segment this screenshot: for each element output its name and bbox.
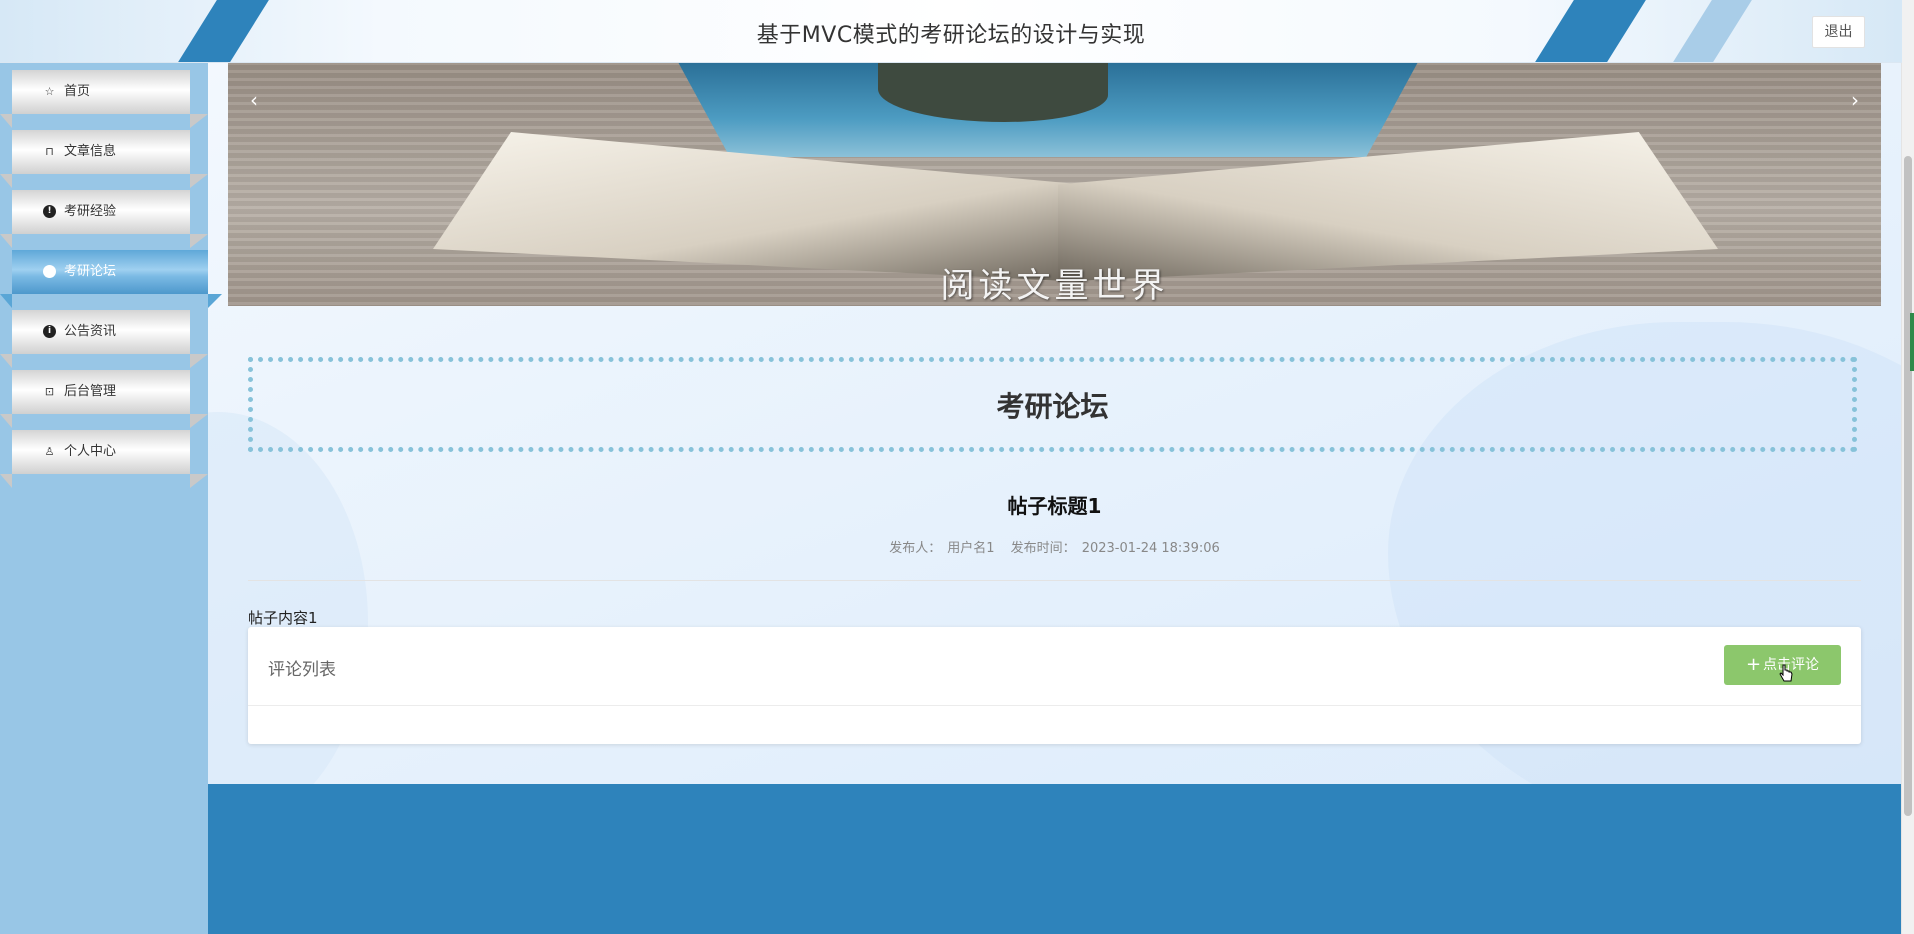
main-content: 阅读文量世界 ‹ › 考研论坛 帖子标题1 发布人： 用户名1 发布时间： 2023… xyxy=(208,62,1902,784)
comment-list-card: 评论列表 + 点击评论 xyxy=(248,627,1861,744)
comment-list-title: 评论列表 xyxy=(268,660,336,680)
sidebar-item-label: 文章信息 xyxy=(64,144,117,159)
sidebar-item-label: 后台管理 xyxy=(64,384,117,399)
sidebar-item-label: 考研论坛 xyxy=(64,264,117,279)
publish-time: 发布时间： 2023-01-24 18:39:06 xyxy=(1008,541,1223,556)
publisher-label: 发布人： 用户名1 xyxy=(886,541,997,556)
circle-icon xyxy=(43,265,56,278)
sidebar-item-label: 考研经验 xyxy=(64,204,117,219)
publish-time-label: 发布时间： xyxy=(1010,541,1076,556)
post-title: 帖子标题1 xyxy=(1007,494,1102,518)
sidebar-item-profile[interactable]: ♙ 个人中心 xyxy=(0,430,208,488)
page-scrollbar[interactable] xyxy=(1901,0,1914,934)
exclamation-circle-icon: ! xyxy=(43,205,56,218)
sidebar-nav: ☆ 首页 ⊓ 文章信息 ! 考研经验 考研论坛 i 公告资讯 ⊡ 后台管理 ♙ … xyxy=(0,62,222,934)
sidebar-item-home[interactable]: ☆ 首页 xyxy=(0,70,208,128)
bag-icon: ⊓ xyxy=(45,145,54,158)
scrollbar-thumb[interactable] xyxy=(1904,156,1912,816)
post-content: 帖子内容1 xyxy=(248,609,318,627)
carousel-prev-icon[interactable]: ‹ xyxy=(242,88,266,112)
section-title-box: 考研论坛 xyxy=(248,357,1857,452)
sidebar-item-forum[interactable]: 考研论坛 xyxy=(0,250,222,308)
post-meta: 发布人： 用户名1 发布时间： 2023-01-24 18:39:06 xyxy=(248,537,1861,556)
publisher-label-text: 发布人： xyxy=(889,541,942,556)
site-title: 基于MVC模式的考研论坛的设计与实现 xyxy=(756,23,1146,48)
logout-button[interactable]: 退出 xyxy=(1812,16,1865,48)
info-circle-icon: i xyxy=(43,325,56,338)
sidebar-item-articles[interactable]: ⊓ 文章信息 xyxy=(0,130,208,188)
briefcase-icon: ⊡ xyxy=(44,385,55,398)
plus-icon: + xyxy=(1745,654,1762,675)
sidebar-item-announcements[interactable]: i 公告资讯 xyxy=(0,310,208,368)
footer xyxy=(208,784,1902,934)
sidebar-item-admin[interactable]: ⊡ 后台管理 xyxy=(0,370,208,428)
user-icon: ♙ xyxy=(44,445,55,458)
banner-caption: 阅读文量世界 xyxy=(940,266,1169,306)
sidebar-item-label: 公告资讯 xyxy=(64,324,117,339)
carousel-next-icon[interactable]: › xyxy=(1843,88,1867,112)
publish-time-value: 2023-01-24 18:39:06 xyxy=(1081,541,1220,556)
scrollbar-marker xyxy=(1910,313,1914,371)
divider xyxy=(248,580,1861,581)
comment-card-header: 评论列表 + 点击评论 xyxy=(248,627,1861,706)
top-header: 基于MVC模式的考研论坛的设计与实现 退出 xyxy=(0,0,1902,63)
sidebar-item-label: 首页 xyxy=(64,84,91,99)
section-title: 考研论坛 xyxy=(996,389,1109,423)
star-outline-icon: ☆ xyxy=(44,85,55,98)
sidebar-item-experience[interactable]: ! 考研经验 xyxy=(0,190,208,248)
sidebar-item-label: 个人中心 xyxy=(64,444,117,459)
publisher-name: 用户名1 xyxy=(947,541,995,556)
banner-carousel[interactable]: 阅读文量世界 ‹ › xyxy=(228,62,1881,306)
hand-cursor-icon xyxy=(1779,664,1793,682)
